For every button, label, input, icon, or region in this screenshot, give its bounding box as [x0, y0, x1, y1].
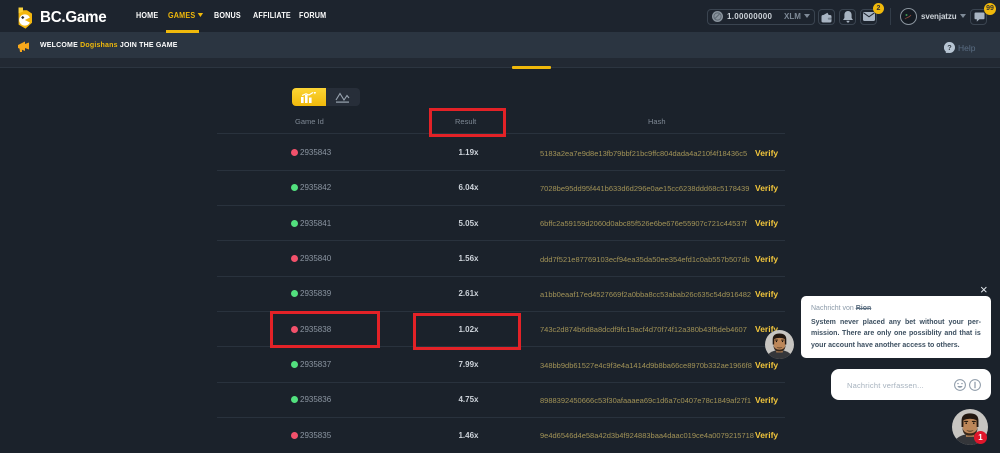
svg-text:?: ? — [947, 43, 952, 52]
